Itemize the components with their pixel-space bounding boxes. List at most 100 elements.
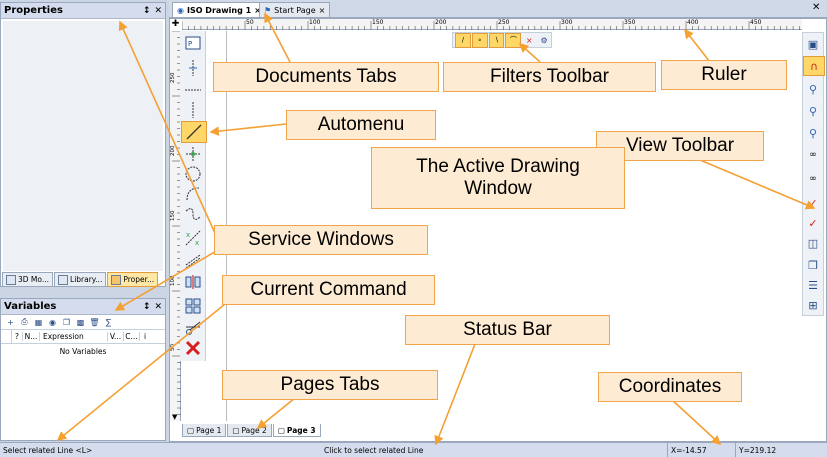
tool-properties[interactable]: P bbox=[181, 33, 205, 53]
properties-icon bbox=[111, 274, 122, 285]
vruler-label-50: 50 bbox=[170, 344, 176, 351]
tool-mirror[interactable] bbox=[181, 272, 205, 292]
tool-arc[interactable] bbox=[181, 184, 205, 204]
tool-line[interactable] bbox=[181, 100, 205, 120]
filter-node-icon[interactable]: ∘ bbox=[471, 32, 488, 48]
cancel-icon[interactable] bbox=[181, 338, 205, 358]
close-icon[interactable]: × bbox=[319, 6, 326, 15]
page-tab-3[interactable]: ▢ Page 3 bbox=[272, 424, 321, 437]
copy-icon[interactable]: ❐ bbox=[60, 316, 73, 328]
ruler-label-150: 150 bbox=[372, 19, 384, 26]
callout-coordinates: Coordinates bbox=[598, 372, 742, 402]
glasses-icon[interactable]: ∞ bbox=[803, 146, 823, 164]
print-icon[interactable]: ⎙ bbox=[18, 316, 31, 328]
tool-intersection[interactable]: xx bbox=[181, 228, 205, 248]
service-window-tabs: 3D Mo... Library... Proper... bbox=[2, 272, 166, 287]
filter-graphic-icon[interactable]: ∖ bbox=[488, 32, 505, 48]
service-tab-library[interactable]: Library... bbox=[54, 272, 107, 287]
flag-icon: ⚑ bbox=[264, 5, 272, 15]
table-icon[interactable]: ▦ bbox=[32, 316, 45, 328]
window-icon[interactable]: ▣ bbox=[803, 35, 823, 53]
zoom-in-icon[interactable]: ⚲ bbox=[803, 80, 823, 98]
variables-panel-title: Variables bbox=[4, 301, 57, 312]
close-icon[interactable]: ✕ bbox=[154, 6, 162, 16]
column-info: i bbox=[143, 332, 147, 341]
column-question[interactable]: ? bbox=[12, 332, 23, 341]
tab-start-page[interactable]: ⚑ Start Page × bbox=[259, 2, 331, 17]
callout-status-bar: Status Bar bbox=[405, 315, 610, 345]
scroll-down-icon[interactable]: ▼ bbox=[172, 413, 177, 421]
service-tab-properties[interactable]: Proper... bbox=[107, 272, 159, 287]
callout-ruler: Ruler bbox=[661, 60, 787, 90]
calculate-icon[interactable]: ∑ bbox=[102, 316, 115, 328]
current-command: Select related Line <L> bbox=[3, 445, 93, 455]
svg-text:x: x bbox=[186, 231, 190, 239]
tab-iso-drawing-1[interactable]: ◉ ISO Drawing 1 × bbox=[172, 2, 266, 17]
grid-icon[interactable]: ⊞ bbox=[803, 296, 823, 314]
properties-panel-header: Properties ↕ ✕ bbox=[1, 3, 165, 19]
tool-array[interactable] bbox=[181, 296, 205, 316]
ruler-ticks bbox=[182, 21, 800, 30]
binoculars-icon[interactable]: ◉ bbox=[46, 316, 59, 328]
library-icon bbox=[58, 274, 69, 285]
variables-empty-text: No Variables bbox=[59, 347, 107, 356]
paste-icon[interactable]: ▩ bbox=[74, 316, 87, 328]
pin-icon[interactable]: ↕ bbox=[143, 6, 151, 16]
tool-circle[interactable] bbox=[181, 164, 205, 184]
tool-automenu-active[interactable] bbox=[181, 121, 207, 143]
vruler-label-100: 100 bbox=[170, 275, 176, 287]
close-document-icon[interactable]: ✕ bbox=[812, 2, 820, 13]
ruler-corner-icon[interactable]: ✚ bbox=[170, 19, 181, 30]
page-icon: ▢ bbox=[187, 425, 195, 435]
column-comment[interactable]: C... bbox=[124, 332, 140, 341]
ruler-label-100: 100 bbox=[309, 19, 321, 26]
zoom-window-icon[interactable]: ⚲ bbox=[803, 124, 823, 142]
double-check-icon[interactable]: ✓ bbox=[803, 214, 823, 232]
variables-panel-header: Variables ↕ ✕ bbox=[1, 299, 165, 315]
close-icon[interactable]: ✕ bbox=[154, 302, 162, 312]
vruler-label-250: 250 bbox=[170, 72, 176, 84]
zoom-out-icon[interactable]: ⚲ bbox=[803, 102, 823, 120]
page-icon: ▢ bbox=[232, 425, 240, 435]
magnet-icon[interactable]: ∩ bbox=[803, 56, 825, 76]
pin-icon[interactable]: ↕ bbox=[143, 302, 151, 312]
column-value[interactable]: V... bbox=[108, 332, 124, 341]
page-tab-2[interactable]: ▢ Page 2 bbox=[227, 424, 272, 437]
ruler-label-250: 250 bbox=[498, 19, 510, 26]
service-tab-3d-models[interactable]: 3D Mo... bbox=[2, 272, 54, 287]
pages-icon[interactable]: ❐ bbox=[803, 256, 823, 274]
tool-vertical-line[interactable] bbox=[181, 58, 205, 78]
coordinate-x: X=-14.57 bbox=[667, 443, 707, 457]
check-box-icon[interactable]: ✓ bbox=[803, 194, 823, 212]
tool-trim[interactable] bbox=[181, 318, 205, 338]
3d-model-icon bbox=[6, 274, 16, 285]
drawing-icon: ◉ bbox=[177, 5, 184, 15]
glasses-dropdown-icon[interactable]: ∞ bbox=[803, 170, 823, 188]
filter-arc-icon[interactable]: ⌒ bbox=[505, 32, 522, 48]
ruler-label-350: 350 bbox=[624, 19, 636, 26]
vruler-label-150: 150 bbox=[170, 210, 176, 222]
layers-icon[interactable]: ◫ bbox=[803, 234, 823, 252]
add-variable-icon[interactable]: + bbox=[4, 316, 17, 328]
properties-panel-title: Properties bbox=[4, 5, 63, 16]
delete-icon[interactable]: 🗑 bbox=[88, 316, 101, 328]
filter-intersection-icon[interactable]: × bbox=[522, 34, 536, 47]
callout-current-command: Current Command bbox=[222, 275, 435, 305]
column-name[interactable]: N... bbox=[23, 332, 40, 341]
column-expression[interactable]: Expression bbox=[40, 332, 108, 341]
tool-horizontal-line[interactable] bbox=[181, 80, 205, 100]
page-tab-1[interactable]: ▢ Page 1 bbox=[182, 424, 227, 437]
callout-active-drawing-window: The Active Drawing Window bbox=[371, 147, 625, 209]
ruler-label-300: 300 bbox=[561, 19, 573, 26]
column-flag bbox=[1, 330, 12, 343]
ruler-label-200: 200 bbox=[435, 19, 447, 26]
properties-panel: Properties ↕ ✕ bbox=[0, 2, 166, 287]
tool-parallel[interactable] bbox=[181, 250, 205, 270]
filters-toolbar: ∕ ∘ ∖ ⌒ × ⚙ bbox=[452, 32, 552, 48]
tool-node[interactable] bbox=[181, 144, 205, 164]
tool-spline[interactable] bbox=[181, 204, 205, 224]
list-icon[interactable]: ☰ bbox=[803, 276, 823, 294]
variables-table-header: ? N... Expression V... C... i bbox=[1, 330, 165, 344]
filter-settings-icon[interactable]: ⚙ bbox=[537, 34, 551, 47]
filter-line-icon[interactable]: ∕ bbox=[455, 32, 471, 48]
